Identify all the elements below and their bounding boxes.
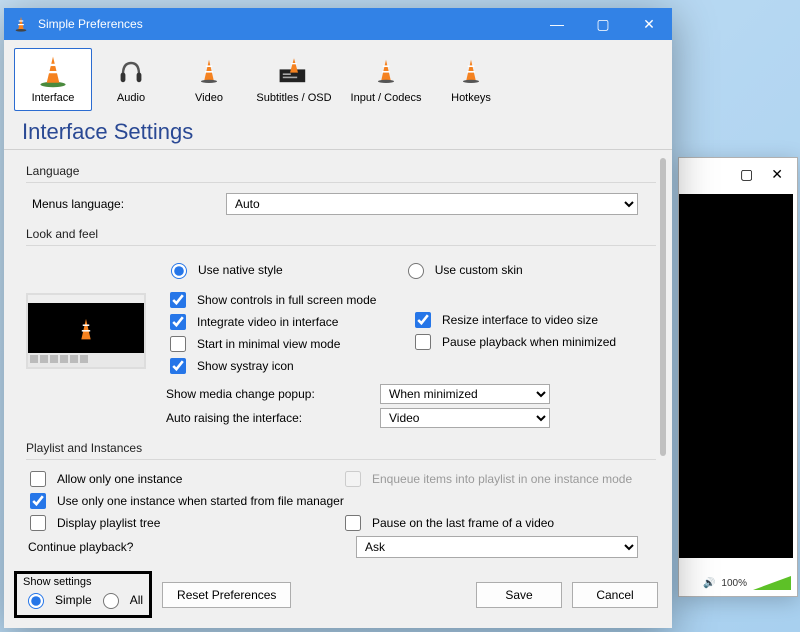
show-simple-radio[interactable]: Simple — [23, 590, 92, 609]
menus-language-select[interactable]: Auto — [226, 193, 638, 215]
pause-last-frame-checkbox[interactable]: Pause on the last frame of a video — [341, 512, 656, 534]
tab-video[interactable]: Video — [170, 48, 248, 111]
scrollbar[interactable] — [660, 158, 668, 555]
category-tabs: Interface Audio Video Subtitles / OSD In… — [4, 40, 672, 113]
continue-playback-select[interactable]: Ask — [356, 536, 638, 558]
show-settings-box: Show settings Simple All — [14, 571, 152, 618]
bg-maximize-icon[interactable]: ▢ — [740, 166, 753, 183]
show-settings-label: Show settings — [23, 576, 143, 588]
group-language-title: Language — [26, 164, 656, 178]
titlebar: Simple Preferences — ▢ ✕ — [4, 8, 672, 40]
watermark-text: wsi .m — [766, 200, 795, 210]
save-button[interactable]: Save — [476, 582, 562, 608]
maximize-button[interactable]: ▢ — [580, 8, 626, 40]
tab-label: Subtitles / OSD — [256, 92, 331, 104]
resize-interface-checkbox[interactable]: Resize interface to video size — [411, 309, 656, 331]
tab-label: Hotkeys — [451, 92, 491, 104]
bg-close-icon[interactable]: ✕ — [771, 166, 783, 183]
allow-one-instance-checkbox[interactable]: Allow only one instance — [26, 468, 341, 490]
volume-indicator[interactable]: 🔊 100% — [703, 576, 791, 590]
tab-label: Audio — [117, 92, 145, 104]
tab-label: Video — [195, 92, 223, 104]
settings-content: Language Menus language: Auto Look and f… — [4, 150, 672, 563]
tab-input-codecs[interactable]: Input / Codecs — [340, 48, 432, 111]
tab-hotkeys[interactable]: Hotkeys — [432, 48, 510, 111]
reset-preferences-button[interactable]: Reset Preferences — [162, 582, 291, 608]
app-cone-icon — [12, 15, 30, 33]
interface-cone-icon — [17, 53, 89, 89]
tab-label: Interface — [32, 92, 75, 104]
interface-preview-thumbnail — [26, 293, 146, 369]
video-cone-icon — [173, 53, 245, 89]
minimize-button[interactable]: — — [534, 8, 580, 40]
continue-playback-label: Continue playback? — [26, 540, 356, 554]
auto-raise-select[interactable]: Video — [380, 408, 550, 428]
enqueue-checkbox: Enqueue items into playlist in one insta… — [341, 468, 656, 490]
native-style-radio[interactable]: Use native style — [166, 260, 283, 279]
bg-video-area — [679, 194, 793, 558]
codecs-cone-icon — [343, 53, 429, 89]
menus-language-label: Menus language: — [26, 197, 226, 211]
start-minimal-checkbox[interactable]: Start in minimal view mode — [166, 333, 411, 355]
media-change-select[interactable]: When minimized — [380, 384, 550, 404]
media-change-label: Show media change popup: — [166, 387, 366, 401]
footer-bar: Show settings Simple All Reset Preferenc… — [4, 563, 672, 628]
preferences-window: Simple Preferences — ▢ ✕ Interface Audio… — [4, 8, 672, 628]
one-instance-fm-checkbox[interactable]: Use only one instance when started from … — [26, 490, 656, 512]
tab-subtitles[interactable]: Subtitles / OSD — [248, 48, 340, 111]
systray-checkbox[interactable]: Show systray icon — [166, 355, 411, 377]
tab-interface[interactable]: Interface — [14, 48, 92, 111]
display-tree-checkbox[interactable]: Display playlist tree — [26, 512, 341, 534]
close-button[interactable]: ✕ — [626, 8, 672, 40]
page-heading: Interface Settings — [4, 113, 672, 150]
group-playlist-title: Playlist and Instances — [26, 441, 656, 455]
headphones-icon — [95, 53, 167, 89]
integrate-video-checkbox[interactable]: Integrate video in interface — [166, 311, 411, 333]
background-player-window: ▢ ✕ 🔊 100% — [678, 157, 798, 597]
subtitles-icon — [251, 53, 337, 89]
tab-label: Input / Codecs — [351, 92, 422, 104]
window-title: Simple Preferences — [38, 17, 534, 31]
show-all-radio[interactable]: All — [98, 590, 143, 609]
tab-audio[interactable]: Audio — [92, 48, 170, 111]
cancel-button[interactable]: Cancel — [572, 582, 658, 608]
custom-skin-radio[interactable]: Use custom skin — [403, 260, 523, 279]
show-controls-checkbox[interactable]: Show controls in full screen mode — [166, 289, 411, 311]
pause-minimized-checkbox[interactable]: Pause playback when minimized — [411, 331, 656, 353]
hotkeys-cone-icon — [435, 53, 507, 89]
auto-raise-label: Auto raising the interface: — [166, 411, 366, 425]
group-look-title: Look and feel — [26, 227, 656, 241]
volume-triangle-icon — [753, 576, 791, 590]
volume-text: 100% — [721, 578, 747, 589]
